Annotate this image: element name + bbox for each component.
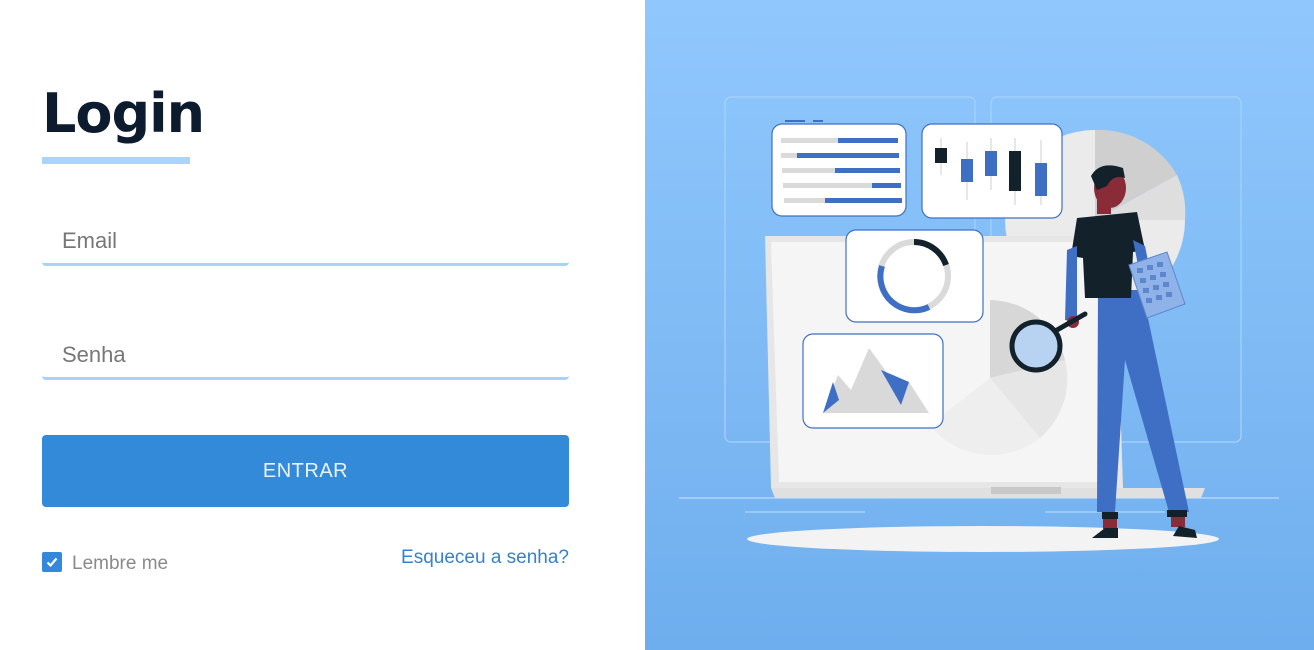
analytics-illustration bbox=[679, 96, 1279, 552]
illustration-panel bbox=[645, 0, 1314, 650]
remember-me[interactable]: Lembre me bbox=[42, 548, 168, 575]
password-field[interactable] bbox=[42, 332, 569, 380]
remember-label: Lembre me bbox=[72, 553, 169, 574]
remember-checkbox[interactable] bbox=[42, 551, 62, 572]
page-title: Login bbox=[42, 82, 205, 145]
floor-shadow bbox=[747, 526, 1219, 552]
forgot-password-link[interactable]: Esqueceu a senha? bbox=[401, 547, 569, 569]
title-underline bbox=[42, 157, 190, 164]
check-icon bbox=[46, 557, 58, 567]
board-stand bbox=[991, 487, 1061, 494]
login-page: Login ENTRAR Lembre me Esqueceu a senha? bbox=[0, 0, 1314, 650]
login-form-panel: Login ENTRAR Lembre me Esqueceu a senha? bbox=[0, 0, 645, 650]
login-button[interactable]: ENTRAR bbox=[42, 435, 569, 507]
email-field[interactable] bbox=[42, 218, 569, 266]
board-base bbox=[771, 488, 1205, 498]
